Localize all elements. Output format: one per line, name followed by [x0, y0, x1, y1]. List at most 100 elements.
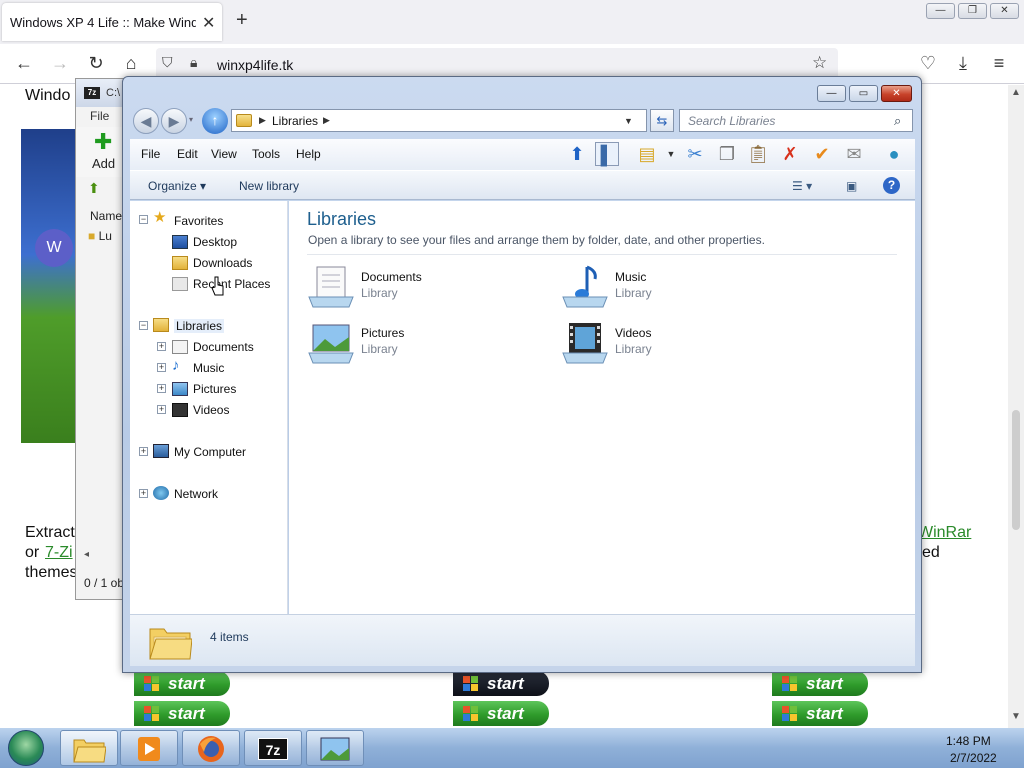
start-button-preview[interactable]: start [772, 671, 868, 696]
tab-close-icon[interactable]: ✕ [202, 13, 215, 33]
library-item-documents[interactable]: Documents Library [307, 263, 527, 311]
lock-icon[interactable]: 🔒︎ [190, 54, 197, 71]
folder-options-icon[interactable]: ▤ [635, 142, 659, 166]
expand-pictures-icon[interactable]: + [157, 384, 166, 393]
collapse-libraries-icon[interactable]: − [139, 321, 148, 330]
sevenzip-menu-file[interactable]: File [90, 109, 109, 123]
list-item[interactable]: ■ Lu [88, 229, 112, 243]
preview-pane-icon[interactable]: ▣ [846, 179, 857, 193]
change-view-icon[interactable]: ☰ ▾ [792, 179, 812, 193]
expand-videos-icon[interactable]: + [157, 405, 166, 414]
expand-documents-icon[interactable]: + [157, 342, 166, 351]
search-icon[interactable]: ⌕ [894, 113, 901, 129]
folders-pane-icon[interactable]: ▌ [595, 142, 619, 166]
network-globe-icon[interactable]: ● [882, 142, 906, 166]
add-button[interactable]: Add [92, 156, 115, 171]
refresh-button[interactable]: ⇆ [650, 109, 674, 132]
shield-icon[interactable]: ⛉ [162, 54, 173, 71]
tree-music[interactable]: Music [193, 361, 224, 375]
up-folder-button[interactable]: ↑ [202, 108, 228, 134]
up-arrow-icon[interactable]: ⬆ [565, 142, 589, 166]
address-dropdown-icon[interactable]: ▼ [624, 116, 633, 126]
collapse-favorites-icon[interactable]: − [139, 215, 148, 224]
explorer-window[interactable]: — ▭ ✕ ◀ ▶ ▾ ↑ ▶ Libraries ▶ ▼ ⇆ Search L… [122, 76, 922, 673]
winrar-link[interactable]: WinRar [918, 524, 971, 542]
history-dropdown-icon[interactable]: ▾ [189, 115, 193, 124]
menu-view[interactable]: View [211, 147, 237, 161]
library-item-videos[interactable]: Videos Library [561, 319, 781, 367]
menu-tools[interactable]: Tools [252, 147, 280, 161]
forward-button[interactable]: ▶ [161, 108, 187, 134]
breadcrumb-arrow-icon[interactable]: ▶ [259, 115, 266, 126]
library-item-music[interactable]: Music Library [561, 263, 781, 311]
tree-desktop[interactable]: Desktop [193, 235, 237, 249]
cut-icon[interactable]: ✂ [683, 142, 707, 166]
tree-pictures[interactable]: Pictures [193, 382, 236, 396]
add-icon[interactable]: ✚ [94, 131, 112, 153]
browser-close-button[interactable]: ✕ [990, 3, 1019, 19]
address-bar[interactable]: ▶ Libraries ▶ ▼ [231, 109, 647, 132]
folder-up-icon[interactable]: ⬆ [88, 180, 100, 197]
home-icon[interactable]: ⌂ [120, 53, 142, 74]
reload-icon[interactable]: ↻ [85, 53, 107, 74]
delete-icon[interactable]: ✗ [778, 142, 802, 166]
menu-icon[interactable]: ≡ [988, 53, 1010, 74]
taskbar-image-viewer-button[interactable] [306, 730, 364, 766]
column-header-name[interactable]: Name [90, 209, 122, 223]
tree-libraries[interactable]: Libraries [174, 319, 225, 333]
browser-minimize-button[interactable]: — [926, 3, 955, 19]
tree-my-computer[interactable]: My Computer [174, 445, 246, 459]
scroll-thumb[interactable] [1012, 410, 1020, 530]
new-tab-button[interactable]: + [236, 9, 248, 32]
expand-music-icon[interactable]: + [157, 363, 166, 372]
help-icon[interactable]: ? [883, 177, 900, 194]
mail-icon[interactable]: ✉ [842, 142, 866, 166]
download-icon[interactable]: ⤓ [952, 53, 974, 74]
clock-date[interactable]: 2/7/2022 [950, 751, 997, 765]
forward-icon[interactable]: → [49, 53, 71, 74]
breadcrumb-libraries[interactable]: Libraries [272, 114, 318, 128]
library-item-pictures[interactable]: Pictures Library [307, 319, 527, 367]
sevenzip-link[interactable]: 7-Zi [45, 544, 73, 562]
taskbar-7zip-button[interactable]: 7z [244, 730, 302, 766]
tree-documents[interactable]: Documents [193, 340, 254, 354]
page-scrollbar[interactable]: ▲ ▼ [1008, 85, 1024, 728]
start-button-preview[interactable]: start [453, 671, 549, 696]
paste-icon[interactable]: 📋︎ [746, 142, 770, 166]
expand-computer-icon[interactable]: + [139, 447, 148, 456]
view-dropdown-icon[interactable]: ▼ [659, 142, 683, 166]
taskbar-firefox-button[interactable] [182, 730, 240, 766]
back-button[interactable]: ◀ [133, 108, 159, 134]
menu-edit[interactable]: Edit [177, 147, 198, 161]
pocket-icon[interactable]: ♡ [917, 53, 939, 74]
tree-favorites[interactable]: Favorites [174, 214, 223, 228]
browser-tab[interactable]: Windows XP 4 Life :: Make Windows ✕ [2, 3, 222, 41]
scroll-up-icon[interactable]: ▲ [1011, 87, 1021, 98]
close-button[interactable]: ✕ [881, 85, 912, 102]
minimize-button[interactable]: — [817, 85, 846, 102]
expand-network-icon[interactable]: + [139, 489, 148, 498]
bookmark-star-icon[interactable]: ☆ [812, 53, 827, 73]
tree-network[interactable]: Network [174, 487, 218, 501]
clock-time[interactable]: 1:48 PM [946, 734, 991, 748]
breadcrumb-arrow-icon[interactable]: ▶ [323, 115, 330, 126]
start-button-preview[interactable]: start [134, 701, 230, 726]
search-input[interactable]: Search Libraries ⌕ [679, 109, 913, 132]
organize-button[interactable]: Organize ▾ [148, 179, 206, 193]
url-text[interactable]: winxp4life.tk [217, 57, 293, 73]
scroll-down-icon[interactable]: ▼ [1011, 711, 1021, 722]
menu-help[interactable]: Help [296, 147, 321, 161]
taskbar-media-player-button[interactable] [120, 730, 178, 766]
properties-check-icon[interactable]: ✔ [810, 142, 834, 166]
browser-restore-button[interactable]: ❐ [958, 3, 987, 19]
tree-recent-places[interactable]: Recent Places [193, 277, 270, 291]
start-button-preview[interactable]: start [134, 671, 230, 696]
menu-file[interactable]: File [141, 147, 160, 161]
tree-downloads[interactable]: Downloads [193, 256, 252, 270]
taskbar-explorer-button[interactable] [60, 730, 118, 766]
copy-icon[interactable]: ❐ [715, 142, 739, 166]
back-icon[interactable]: ← [13, 53, 35, 74]
start-button-preview[interactable]: start [453, 701, 549, 726]
scroll-left-icon[interactable]: ◂ [84, 549, 89, 560]
tree-videos[interactable]: Videos [193, 403, 229, 417]
